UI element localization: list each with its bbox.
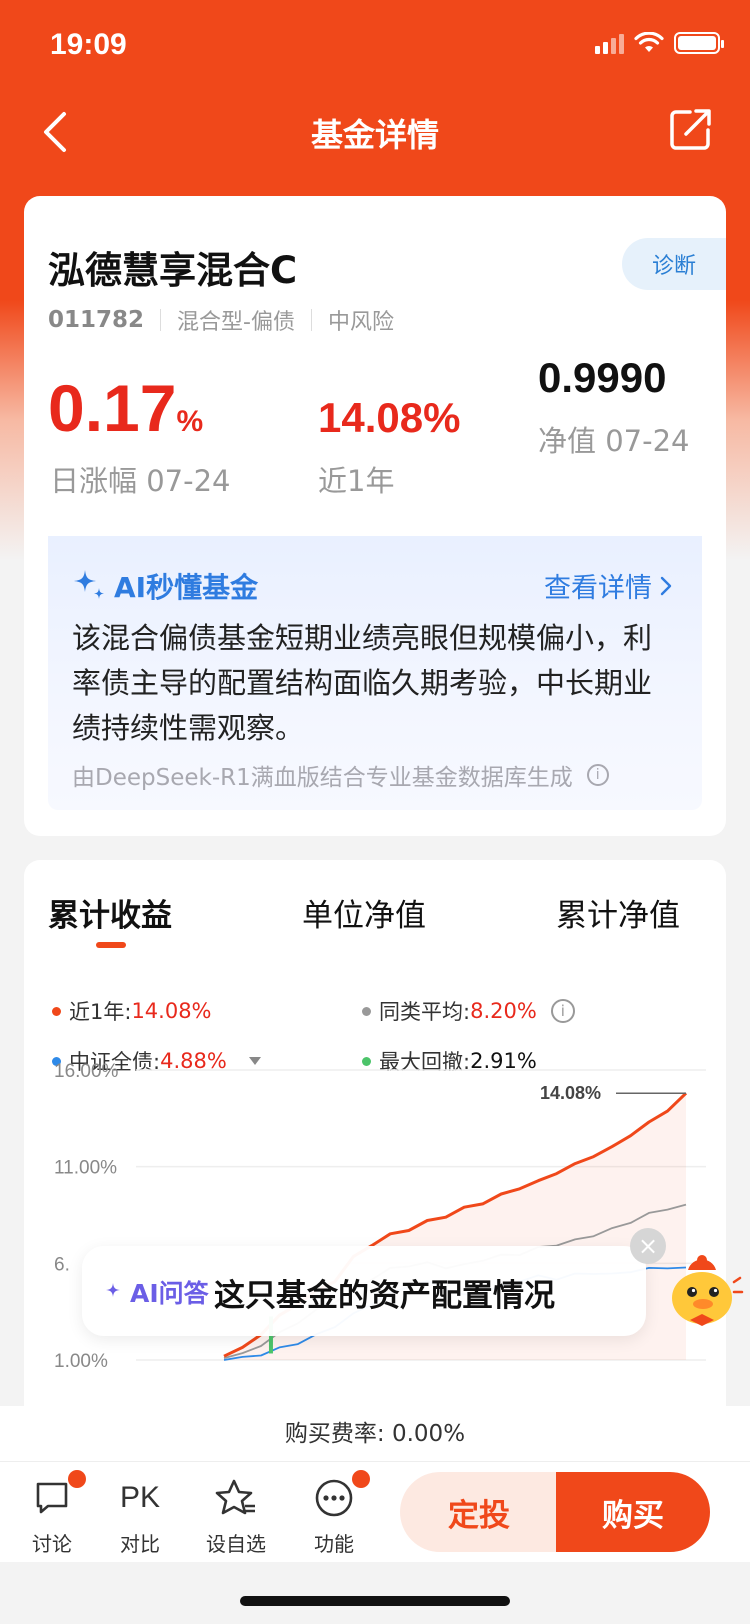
- discuss-button[interactable]: 讨论: [12, 1470, 92, 1557]
- one-year-return-label: 近1年: [318, 464, 395, 498]
- purchase-fee: 购买费率: 0.00%: [0, 1406, 750, 1462]
- daily-change-value: 0.17%: [48, 370, 203, 446]
- view-details-link[interactable]: 查看详情: [544, 566, 672, 605]
- page-title: 基金详情: [310, 116, 439, 154]
- sparkle-icon: [74, 570, 104, 599]
- tab-unit-nav[interactable]: 单位净值: [302, 890, 426, 935]
- fund-risk: 中风险: [327, 310, 394, 335]
- divider: [310, 309, 312, 331]
- buy-button[interactable]: 购买: [556, 1472, 710, 1552]
- ai-ask-label-text: AI问答: [130, 1279, 209, 1308]
- fund-summary-card: 泓德慧享混合C 诊断 011782 混合型-偏债 中风险 0.17% 日涨幅 0…: [24, 196, 726, 536]
- tab-cumulative-nav[interactable]: 累计净值: [556, 890, 680, 935]
- y-tick-label: 6.: [54, 1254, 70, 1275]
- compare-label: 对比: [120, 1532, 160, 1556]
- nav-bar: 基金详情: [0, 92, 750, 172]
- sparkle-icon: [106, 1283, 120, 1297]
- fund-meta: 011782 混合型-偏债 中风险: [48, 304, 394, 336]
- one-year-return-value: 14.08%: [318, 394, 461, 441]
- ai-ask-query: 这只基金的资产配置情况: [214, 1278, 555, 1314]
- cellular-signal-icon: [595, 32, 624, 54]
- end-value-label: 14.08%: [540, 1083, 601, 1103]
- watchlist-label: 设自选: [206, 1532, 266, 1556]
- ai-source-note: 由DeepSeek-R1满血版结合专业基金数据库生成 i: [72, 758, 609, 792]
- wifi-icon: [634, 32, 664, 52]
- chat-bubble-icon: [36, 1482, 68, 1514]
- divider: [160, 309, 162, 331]
- diagnose-button[interactable]: 诊断: [622, 238, 726, 290]
- fund-name: 泓德慧享混合C: [48, 249, 298, 292]
- compare-button[interactable]: PK 对比: [100, 1476, 180, 1557]
- y-tick-label: 1.00%: [54, 1351, 108, 1370]
- legend-fund: 近1年: 14.08%: [52, 996, 212, 1026]
- star-icon: [215, 1479, 255, 1515]
- auto-invest-button[interactable]: 定投: [400, 1472, 558, 1552]
- ai-summary-text: 该混合偏债基金短期业绩亮眼但规模偏小，利率债主导的配置结构面临久期考验，中长期业…: [72, 621, 653, 745]
- performance-chart-card: 累计收益 单位净值 累计净值 近1年: 14.08% 同类平均: 8.20% i 中…: [24, 860, 726, 1420]
- legend-label: 近1年:: [69, 1000, 132, 1024]
- fund-type: 混合型-偏债: [177, 310, 295, 335]
- info-icon[interactable]: i: [586, 764, 609, 786]
- fund-code: 011782: [48, 307, 145, 333]
- ai-ask-label: AI问答: [104, 1274, 209, 1310]
- info-icon[interactable]: i: [550, 999, 575, 1023]
- chart-tabs: 累计收益 单位净值 累计净值: [24, 890, 726, 950]
- y-tick-label: 11.00%: [54, 1158, 117, 1179]
- bottom-action-bar: 讨论 PK 对比 设自选 功能 定投 购买: [0, 1462, 750, 1562]
- daily-change-number: 0.17: [48, 371, 177, 445]
- nav-value: 0.9990: [538, 354, 667, 401]
- ai-ask-bubble[interactable]: AI问答 这只基金的资产配置情况 ×: [82, 1228, 666, 1336]
- legend-label: 同类平均:: [379, 1000, 471, 1024]
- mascot-duck-icon[interactable]: [660, 1248, 744, 1332]
- daily-change-unit: %: [176, 405, 204, 438]
- home-indicator: [240, 1596, 510, 1606]
- more-dots-icon: [315, 1479, 353, 1517]
- add-watchlist-button[interactable]: 设自选: [196, 1476, 276, 1557]
- legend-dot: [362, 1006, 371, 1016]
- nav-label: 净值 07-24: [538, 424, 690, 458]
- notification-badge: [352, 1470, 370, 1488]
- legend-value: 14.08%: [131, 999, 212, 1023]
- legend-value: 8.20%: [470, 999, 537, 1023]
- more-label: 功能: [314, 1532, 354, 1556]
- ai-summary-card[interactable]: AI秒懂基金 查看详情 该混合偏债基金短期业绩亮眼但规模偏小，利率债主导的配置结…: [48, 536, 702, 810]
- daily-change-label: 日涨幅 07-24: [50, 464, 231, 498]
- status-bar: 19:09: [0, 0, 750, 90]
- more-functions-button[interactable]: 功能: [294, 1470, 374, 1557]
- legend-dot: [52, 1006, 61, 1016]
- active-tab-indicator: [96, 942, 126, 948]
- status-icons: [595, 32, 724, 54]
- ai-source-text: 由DeepSeek-R1满血版结合专业基金数据库生成: [72, 765, 573, 791]
- chevron-right-icon: [660, 576, 672, 595]
- share-icon[interactable]: [668, 106, 714, 152]
- legend-peer-average: 同类平均: 8.20% i: [362, 996, 575, 1026]
- tab-cumulative-return[interactable]: 累计收益: [48, 890, 172, 935]
- battery-icon: [674, 32, 724, 54]
- pk-icon: PK: [119, 1481, 161, 1514]
- notification-badge: [68, 1470, 86, 1488]
- ai-summary-title: AI秒懂基金: [114, 571, 259, 604]
- y-tick-label: 16.00%: [54, 1061, 119, 1082]
- status-time: 19:09: [50, 28, 127, 61]
- discuss-label: 讨论: [32, 1532, 72, 1556]
- ai-summary-section: AI秒懂基金 查看详情 该混合偏债基金短期业绩亮眼但规模偏小，利率债主导的配置结…: [24, 536, 726, 836]
- view-details-label: 查看详情: [544, 573, 652, 604]
